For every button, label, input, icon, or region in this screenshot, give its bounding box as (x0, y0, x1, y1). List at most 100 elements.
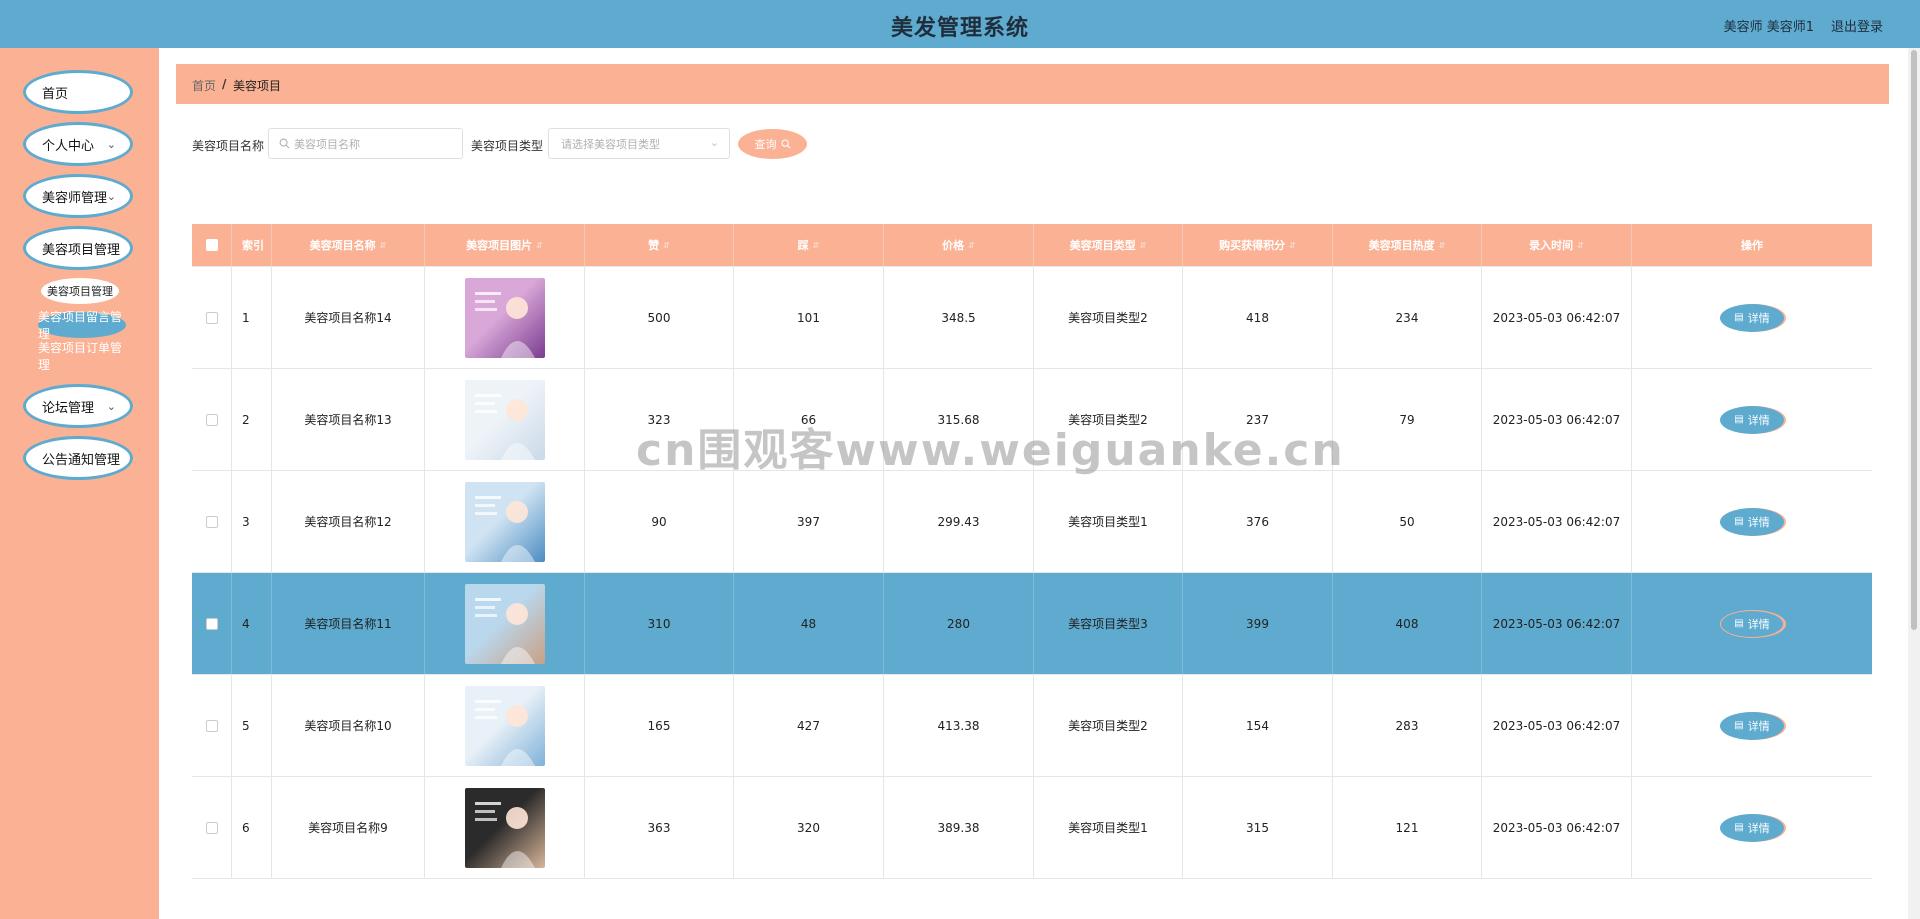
cell-index-value: 6 (242, 820, 250, 835)
project-thumbnail[interactable] (464, 583, 545, 664)
table-row[interactable]: 5 美容项目名称10 165 427 413.38 美容项目类型2 154 283 2023-0… (192, 675, 1872, 777)
cell-select (192, 675, 232, 776)
document-icon: ▤ (1734, 822, 1744, 833)
sort-icon[interactable]: ⇵ (1140, 241, 1147, 250)
table-row[interactable]: 2 美容项目名称13 323 66 315.68 美容项目类型2 237 79 2023-05-… (192, 369, 1872, 471)
column-header-label: 赞 (648, 239, 660, 252)
breadcrumb: 首页 / 美容项目 (176, 64, 1889, 104)
sidebar-item-label: 首页 (42, 86, 69, 102)
project-thumbnail[interactable] (464, 787, 545, 868)
sidebar-item-personal-center[interactable]: 个人中心 ⌄ (23, 122, 133, 166)
sidebar-item-notice-management[interactable]: 公告通知管理 (23, 436, 133, 480)
cell-points: 237 (1183, 369, 1333, 470)
table-row[interactable]: 6 美容项目名称9 363 320 389.38 美容项目类型1 315 121 2023-05… (192, 777, 1872, 879)
detail-button[interactable]: ▤ 详情 (1720, 405, 1784, 434)
cell-heat-value: 79 (1399, 412, 1415, 427)
type-select[interactable]: 请选择美容项目类型 ⌄ (548, 128, 730, 159)
column-header-index[interactable]: 索引 (232, 224, 272, 266)
project-thumbnail[interactable] (464, 277, 545, 358)
cell-price-value: 315.68 (937, 412, 980, 427)
cell-name-value: 美容项目名称11 (304, 617, 392, 631)
detail-button[interactable]: ▤ 详情 (1720, 711, 1784, 740)
sidebar-item-project-management[interactable]: 美容项目管理 (23, 226, 133, 270)
cell-name: 美容项目名称11 (272, 573, 425, 674)
cell-index-value: 1 (242, 310, 250, 325)
detail-button[interactable]: ▤ 详情 (1720, 813, 1784, 842)
sidebar-subitem-project-messages[interactable]: 美容项目留言管理 (38, 310, 126, 341)
sort-icon[interactable]: ⇵ (1289, 241, 1296, 250)
detail-button[interactable]: ▤ 详情 (1720, 303, 1784, 332)
page-scrollbar[interactable] (1908, 48, 1920, 919)
sort-icon[interactable]: ⇵ (536, 241, 543, 250)
row-checkbox[interactable] (205, 311, 218, 324)
document-icon: ▤ (1734, 312, 1744, 323)
column-header-image[interactable]: 美容项目图片 ⇵ (425, 224, 585, 266)
table-row[interactable]: 4 美容项目名称11 310 48 280 美容项目类型3 399 408 2023-05-03… (192, 573, 1872, 675)
select-all-checkbox[interactable] (205, 239, 218, 251)
detail-button[interactable]: ▤ 详情 (1720, 609, 1784, 638)
sidebar-item-beautician-management[interactable]: 美容师管理 ⌄ (23, 174, 133, 218)
table-row[interactable]: 1 美容项目名称14 500 101 348.5 美容项目类型2 418 234 2023-05… (192, 267, 1872, 369)
project-thumbnail[interactable] (464, 685, 545, 766)
cell-type-value: 美容项目类型3 (1068, 617, 1148, 631)
cell-select (192, 267, 232, 368)
column-header-likes[interactable]: 赞 ⇵ (585, 224, 734, 266)
row-checkbox[interactable] (205, 617, 218, 630)
column-header-name[interactable]: 美容项目名称 ⇵ (272, 224, 425, 266)
sidebar: 首页 个人中心 ⌄ 美容师管理 ⌄ 美容项目管理 美容项目管理 美容项目留言管理… (0, 48, 159, 919)
cell-likes: 310 (585, 573, 734, 674)
cell-actions: ▤ 详情 (1632, 777, 1872, 878)
sort-icon[interactable]: ⇵ (380, 241, 387, 250)
sidebar-item-forum-management[interactable]: 论坛管理 ⌄ (23, 384, 133, 428)
cell-price: 299.43 (884, 471, 1034, 572)
row-checkbox[interactable] (205, 821, 218, 834)
sidebar-subitem-project-management[interactable]: 美容项目管理 (41, 278, 119, 304)
cell-type: 美容项目类型2 (1034, 369, 1183, 470)
cell-image (425, 675, 585, 776)
cell-dislikes-value: 48 (800, 616, 817, 631)
chevron-down-icon: ⌄ (106, 190, 116, 203)
logout-link[interactable]: 退出登录 (1831, 16, 1883, 35)
cell-type: 美容项目类型1 (1034, 471, 1183, 572)
column-header-points[interactable]: 购买获得积分 ⇵ (1183, 224, 1333, 266)
row-checkbox[interactable] (205, 515, 218, 528)
column-header-type[interactable]: 美容项目类型 ⇵ (1034, 224, 1183, 266)
sort-icon[interactable]: ⇵ (1439, 241, 1446, 250)
cell-dislikes: 427 (734, 675, 884, 776)
column-header-heat[interactable]: 美容项目热度 ⇵ (1333, 224, 1482, 266)
sort-icon[interactable]: ⇵ (663, 241, 670, 250)
detail-button[interactable]: ▤ 详情 (1720, 507, 1784, 536)
cell-likes: 363 (585, 777, 734, 878)
cell-dislikes: 397 (734, 471, 884, 572)
cell-index-value: 3 (242, 514, 250, 529)
column-header-label: 美容项目类型 (1069, 239, 1136, 252)
sidebar-item-home[interactable]: 首页 (23, 70, 133, 114)
breadcrumb-home[interactable]: 首页 (192, 77, 216, 94)
sort-icon[interactable]: ⇵ (968, 241, 975, 250)
cell-actions: ▤ 详情 (1632, 369, 1872, 470)
cell-actions: ▤ 详情 (1632, 573, 1872, 674)
sort-icon[interactable]: ⇵ (813, 241, 820, 250)
cell-time-value: 2023-05-03 06:42:07 (1492, 718, 1621, 733)
cell-heat-value: 50 (1399, 514, 1415, 529)
project-thumbnail[interactable] (464, 379, 545, 460)
sidebar-subitem-project-orders[interactable]: 美容项目订单管理 (38, 341, 126, 372)
column-header-price[interactable]: 价格 ⇵ (884, 224, 1034, 266)
table-row[interactable]: 3 美容项目名称12 90 397 299.43 美容项目类型1 376 50 2023-05-… (192, 471, 1872, 573)
column-header-label: 踩 (797, 239, 809, 252)
row-checkbox[interactable] (205, 413, 218, 426)
project-table: 索引 美容项目名称 ⇵ 美容项目图片 ⇵ 赞 ⇵ 踩 ⇵ 价格 ⇵ 美容项目类型 ⇵ 购买获… (192, 224, 1872, 879)
scrollbar-thumb[interactable] (1911, 50, 1917, 630)
search-button[interactable]: 查询 (738, 129, 807, 159)
name-search-input[interactable]: 美容项目名称 (268, 128, 463, 159)
cell-points-value: 376 (1246, 514, 1269, 529)
breadcrumb-separator: / (222, 77, 227, 91)
top-header: 美发管理系统 美容师 美容师1 退出登录 (0, 0, 1920, 48)
table-header: 索引 美容项目名称 ⇵ 美容项目图片 ⇵ 赞 ⇵ 踩 ⇵ 价格 ⇵ 美容项目类型 ⇵ 购买获… (192, 224, 1872, 267)
project-thumbnail[interactable] (464, 481, 545, 562)
cell-type: 美容项目类型1 (1034, 777, 1183, 878)
column-header-dislikes[interactable]: 踩 ⇵ (734, 224, 884, 266)
row-checkbox[interactable] (205, 719, 218, 732)
sort-icon[interactable]: ⇵ (1577, 241, 1584, 250)
column-header-time[interactable]: 录入时间 ⇵ (1482, 224, 1632, 266)
